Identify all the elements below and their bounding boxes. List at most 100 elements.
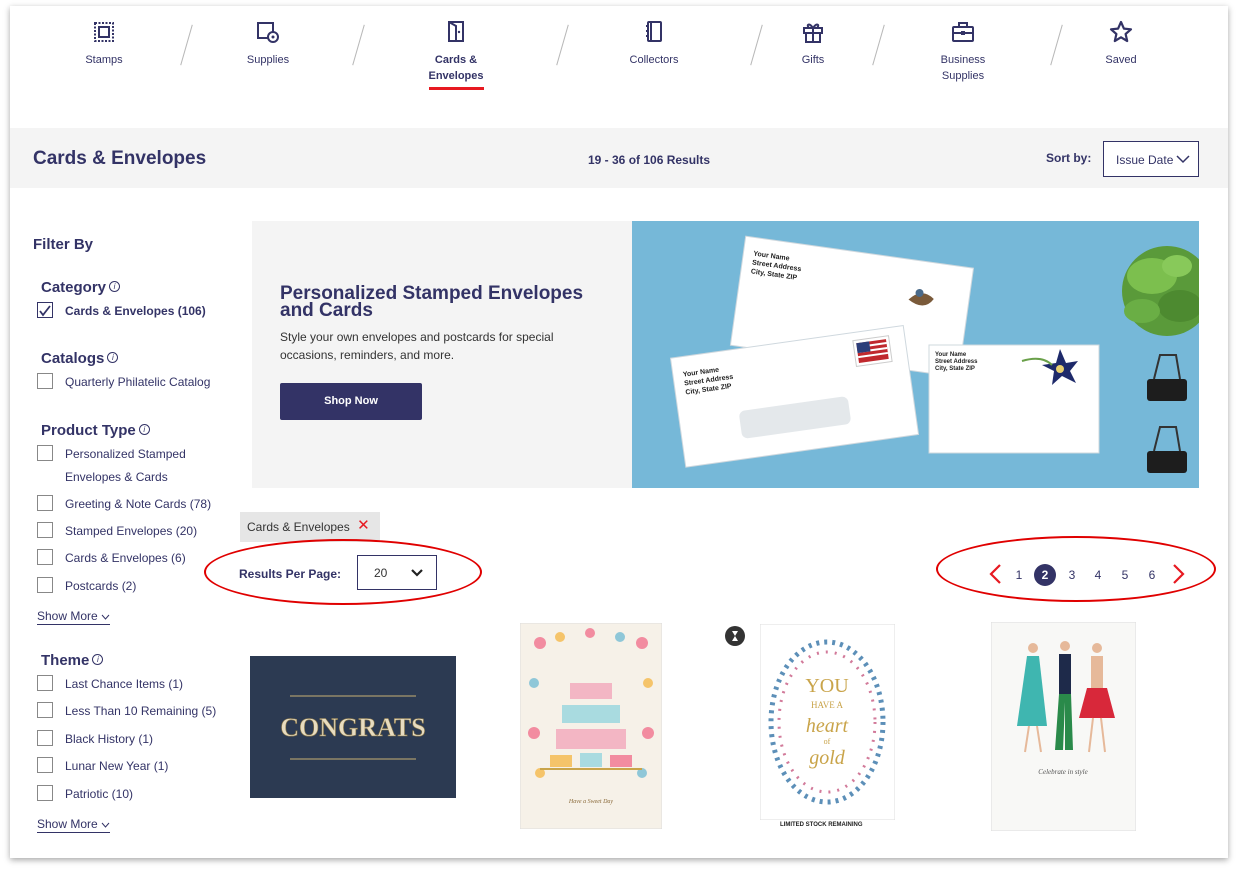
nav-divider <box>556 24 569 66</box>
filter-option[interactable]: Personalized Stamped Envelopes & Cards <box>37 443 207 489</box>
filter-option[interactable]: Lunar New Year (1) <box>37 755 237 778</box>
filter-option[interactable]: Postcards (2) <box>37 575 237 598</box>
envelope-city: City, State ZIP <box>935 366 975 372</box>
product-sweet-day-card[interactable]: Have a Sweet Day <box>520 623 662 829</box>
checkbox[interactable] <box>37 757 53 773</box>
checkbox[interactable] <box>37 785 53 801</box>
filter-group-title: Category <box>41 279 107 296</box>
filter-option[interactable]: Less Than 10 Remaining (5) <box>37 700 237 723</box>
show-more-link[interactable]: Show More <box>37 609 111 625</box>
checkbox[interactable] <box>37 445 53 461</box>
page-link[interactable]: 4 <box>1087 564 1109 586</box>
card-text-line: of <box>824 737 831 746</box>
info-icon[interactable]: i <box>107 352 119 363</box>
filter-group-theme: Theme i <box>41 652 104 669</box>
filter-option[interactable]: Cards & Envelopes (6) <box>37 547 237 570</box>
info-icon[interactable]: i <box>92 654 104 665</box>
active-filter-chip[interactable]: Cards & Envelopes ✕ <box>240 512 380 542</box>
sort-value: Issue Date <box>1116 153 1174 167</box>
product-congrats-card[interactable]: CONGRATS <box>250 656 456 798</box>
chevron-down-icon <box>101 614 110 620</box>
page-link-current[interactable]: 2 <box>1034 564 1056 586</box>
nav-divider <box>352 24 365 66</box>
supplies-icon <box>257 22 279 43</box>
nav-saved[interactable]: Saved <box>1061 20 1181 68</box>
nav-label: Stamps <box>85 54 123 66</box>
nav-business-supplies[interactable]: Business Supplies <box>903 20 1023 84</box>
page-link[interactable]: 6 <box>1141 564 1163 586</box>
filter-option[interactable]: Cards & Envelopes (106) <box>37 300 237 323</box>
info-icon[interactable]: i <box>138 424 150 435</box>
filter-option-label: Cards & Envelopes (6) <box>65 551 186 565</box>
checkbox[interactable] <box>37 522 53 538</box>
filter-option[interactable]: Quarterly Philatelic Catalog <box>37 371 237 394</box>
chevron-down-icon <box>1176 155 1190 164</box>
limited-stock-label: LIMITED STOCK REMAINING <box>780 822 863 828</box>
filter-option[interactable]: Last Chance Items (1) <box>37 673 237 696</box>
hourglass-icon[interactable] <box>725 626 745 646</box>
filter-option[interactable]: Patriotic (10) <box>37 783 237 806</box>
close-icon[interactable]: ✕ <box>357 518 370 533</box>
page-link[interactable]: 1 <box>1008 564 1030 586</box>
card-text-line: heart <box>806 715 849 737</box>
filter-option[interactable]: Stamped Envelopes (20) <box>37 520 237 543</box>
results-per-page-value: 20 <box>374 566 388 580</box>
nav-label-line1: Cards & <box>434 54 478 66</box>
checkmark-icon <box>39 305 51 317</box>
checkbox-checked[interactable] <box>37 302 53 318</box>
sweet-day-text: Have a Sweet Day <box>568 799 613 805</box>
chevron-down-icon <box>101 822 110 828</box>
nav-gifts[interactable]: Gifts <box>753 20 873 68</box>
book-icon <box>646 21 662 42</box>
nav-label-line1: Business <box>940 54 986 66</box>
filter-option-label: Personalized Stamped Envelopes & Cards <box>65 447 186 484</box>
filter-group-title: Catalogs <box>41 350 105 367</box>
filter-option-label: Quarterly Philatelic Catalog <box>65 375 211 389</box>
checkbox[interactable] <box>37 702 53 718</box>
product-celebrate-card[interactable]: Celebrate in style <box>991 622 1136 831</box>
page-link[interactable]: 3 <box>1061 564 1083 586</box>
checkbox[interactable] <box>37 549 53 565</box>
nav-cards-envelopes[interactable]: Cards & Envelopes <box>396 20 516 90</box>
filter-option-label: Postcards (2) <box>65 579 137 593</box>
celebrate-text: Celebrate in style <box>1038 768 1087 776</box>
card-text-line: HAVE A <box>811 700 844 710</box>
card-icon <box>448 21 464 42</box>
show-more-link[interactable]: Show More <box>37 817 111 833</box>
nav-divider <box>180 24 193 66</box>
checkbox[interactable] <box>37 495 53 511</box>
checkbox[interactable] <box>37 577 53 593</box>
sort-dropdown[interactable]: Issue Date <box>1103 141 1199 177</box>
filter-option-label: Stamped Envelopes (20) <box>65 524 198 538</box>
heart-of-gold-card-image: YOU HAVE A heart of gold <box>760 624 895 820</box>
page-link[interactable]: 5 <box>1114 564 1136 586</box>
page-frame: Stamps Supplies Cards & Envelopes Collec… <box>10 6 1228 858</box>
show-more-label: Show More <box>37 817 98 831</box>
nav-label: Business Supplies <box>903 52 1023 84</box>
nav-label: Gifts <box>801 54 825 66</box>
chevron-down-icon <box>411 569 423 577</box>
nav-supplies[interactable]: Supplies <box>208 20 328 68</box>
product-heart-of-gold-card[interactable]: YOU HAVE A heart of gold <box>760 624 895 820</box>
star-icon <box>1109 20 1133 43</box>
results-per-page-dropdown[interactable]: 20 <box>357 555 437 590</box>
nav-label-line2: Supplies <box>941 70 985 82</box>
page-title: Cards & Envelopes <box>33 148 207 169</box>
info-icon[interactable]: i <box>109 281 121 292</box>
results-per-page-label: Results Per Page: <box>239 567 342 581</box>
nav-stamps[interactable]: Stamps <box>44 20 164 68</box>
checkbox[interactable] <box>37 730 53 746</box>
filter-option-label: Black History (1) <box>65 732 154 746</box>
checkbox[interactable] <box>37 675 53 691</box>
checkbox[interactable] <box>37 373 53 389</box>
chevron-left-icon[interactable] <box>988 563 1002 585</box>
shop-now-button[interactable]: Shop Now <box>280 383 422 420</box>
chevron-right-icon[interactable] <box>1172 563 1186 585</box>
nav-collectors[interactable]: Collectors <box>594 20 714 68</box>
filter-option[interactable]: Greeting & Note Cards (78) <box>37 493 237 516</box>
top-navigation: Stamps Supplies Cards & Envelopes Collec… <box>10 6 1228 128</box>
filter-option[interactable]: Black History (1) <box>37 728 237 751</box>
filter-sidebar: Filter By Category i Cards & Envelopes (1… <box>10 188 240 858</box>
banner-text: Style your own envelopes and postcards f… <box>280 330 554 362</box>
filter-by-heading: Filter By <box>33 236 94 253</box>
